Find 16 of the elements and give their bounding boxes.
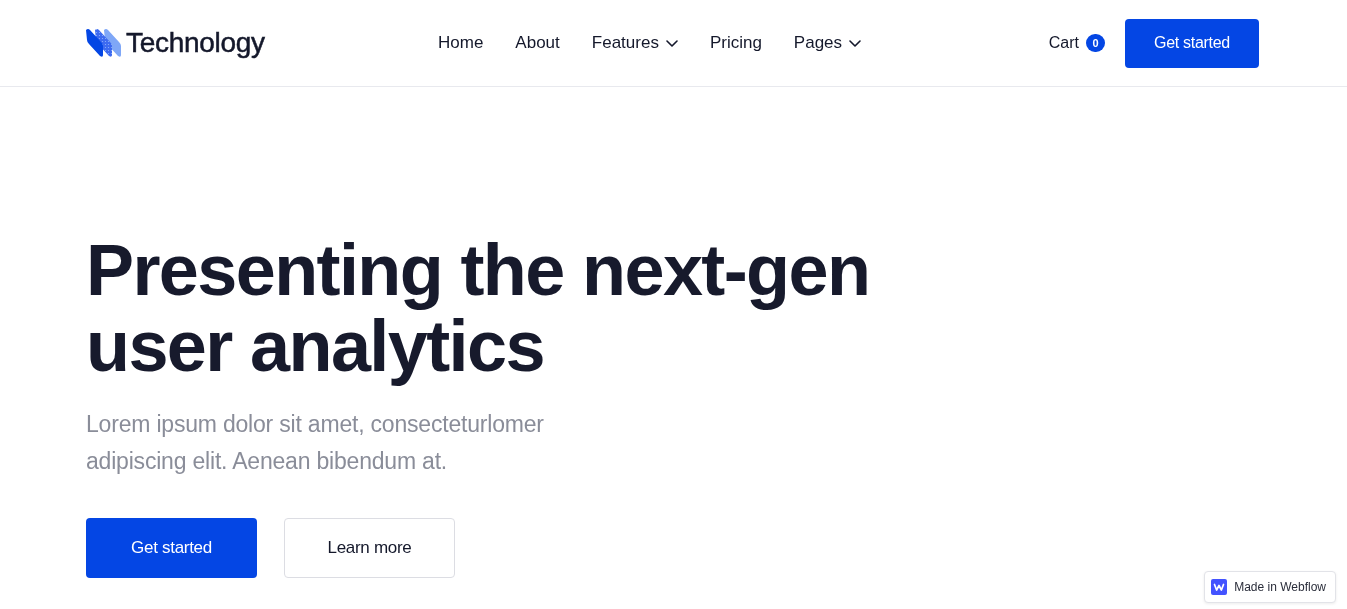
hero-description: Lorem ipsum dolor sit amet, consecteturlomer adipiscing elit. Aenean bibendum at. [86,410,545,476]
get-started-button[interactable]: Get started [86,518,257,578]
hero-heading: Presenting the next-gen user analytics [86,232,871,384]
nav-dropdown[interactable]: Features [591,33,678,53]
logo-icon [86,28,121,58]
logo-icon [1211,579,1228,595]
made-in-webflow-badge[interactable]: Made in Webflow [1204,571,1336,603]
get-started-button[interactable]: Get started [1125,18,1259,68]
nav-link[interactable]: About [515,33,560,53]
nav-link[interactable]: Home [438,33,484,53]
nav-link[interactable]: Pricing [709,33,762,53]
nav-dropdown[interactable]: Pages [793,33,862,53]
logo-text[interactable]: Technology [126,27,265,59]
cart-link[interactable]: Cart 0 [1048,34,1105,52]
cart-count-badge: 0 [1086,34,1105,52]
learn-more-button[interactable]: Learn more [284,518,455,578]
